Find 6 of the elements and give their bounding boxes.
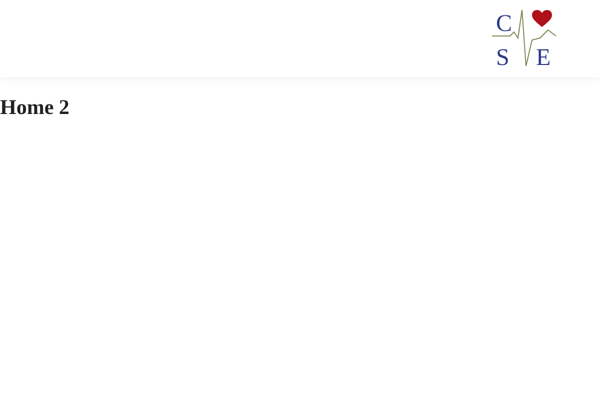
heart-icon [532,10,552,28]
logo-letter: C [496,12,512,36]
logo-letter: S [496,46,510,70]
heartbeat-line-icon [492,8,556,68]
page-title: Home 2 [0,94,70,120]
logo-letter: E [536,46,551,70]
